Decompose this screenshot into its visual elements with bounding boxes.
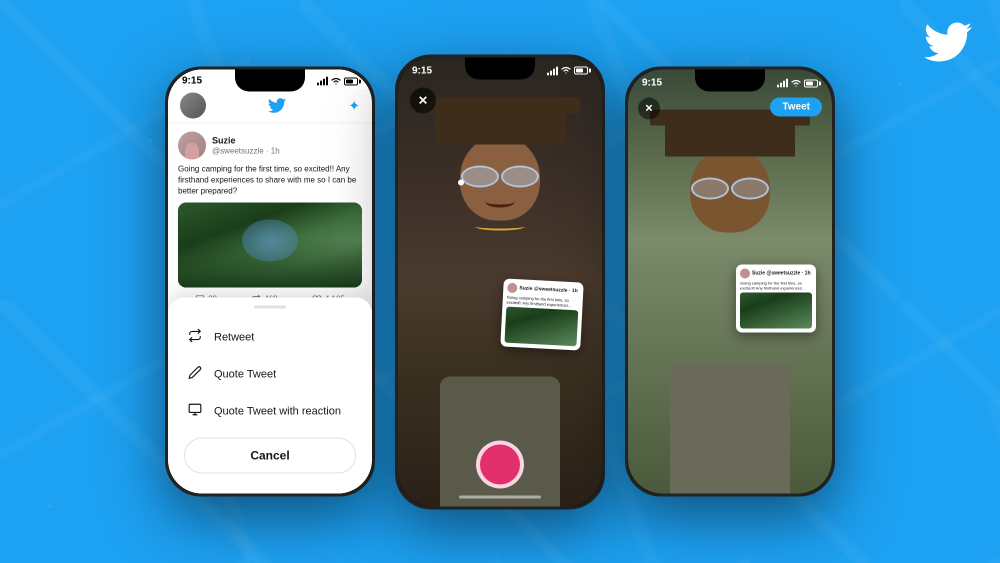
phone-3-status-bar: 9:15 <box>628 70 832 91</box>
phone-2-screen: 9:15 ✕ <box>398 57 602 506</box>
battery-3-icon <box>804 79 818 87</box>
signal-bar-3-1 <box>777 85 779 88</box>
phone-2: 9:15 ✕ <box>395 54 605 509</box>
progress-bar-2 <box>459 495 541 498</box>
wifi-icon <box>331 77 341 85</box>
person-earbud-2 <box>458 179 464 185</box>
quote-tweet-menu-item[interactable]: Quote Tweet <box>168 356 372 393</box>
phone-3: 9:15 ✕ <box>625 67 835 497</box>
signal-bar-2-4 <box>556 66 558 75</box>
signal-bar-3 <box>323 79 325 86</box>
wifi-2-icon <box>561 67 571 75</box>
quote-tweet-menu-icon <box>188 366 202 383</box>
phone-1: 9:15 <box>165 67 375 497</box>
person-body-3 <box>670 364 790 494</box>
floating-tweet-img-3 <box>740 292 812 328</box>
retweet-menu-icon <box>188 329 202 346</box>
signal-bars-icon <box>317 77 328 86</box>
close-button-3[interactable]: ✕ <box>638 98 660 120</box>
signal-bar-2-2 <box>550 70 552 75</box>
phone-2-status-bar: 9:15 <box>398 57 602 78</box>
signal-bar-4 <box>326 77 328 86</box>
phone-1-screen: 9:15 <box>168 70 372 494</box>
tweet-text: Going camping for the first time, so exc… <box>178 164 362 198</box>
floating-tweet-avatar-3 <box>740 268 750 278</box>
phone-2-time: 9:15 <box>412 65 432 76</box>
quote-tweet-label: Quote Tweet <box>214 368 276 380</box>
retweet-menu-item[interactable]: Retweet <box>168 319 372 356</box>
user-avatar-header[interactable] <box>180 93 206 119</box>
person-necklace-2 <box>475 222 525 230</box>
phone-2-status-icons <box>547 66 588 75</box>
signal-bar-2-3 <box>553 68 555 75</box>
phone-1-status-icons <box>317 77 358 86</box>
phone-3-time: 9:15 <box>642 78 662 89</box>
signal-bars-3-icon <box>777 79 788 88</box>
floating-tweet-header-3: Suzie @sweetsuzzle · 1h <box>740 268 812 278</box>
twitter-bird-header-icon <box>268 97 286 115</box>
tweet-post-button[interactable]: Tweet <box>770 98 822 117</box>
phone-1-twitter-header: ✦ <box>168 89 372 124</box>
floating-tweet-name-2: Suzie @sweetsuzzle · 1h <box>519 285 578 294</box>
cancel-button[interactable]: Cancel <box>184 438 356 474</box>
floating-tweet-3: Suzie @sweetsuzzle · 1h Going camping fo… <box>736 264 816 332</box>
bottom-sheet-handle <box>254 306 286 309</box>
phone-1-notch <box>235 70 305 92</box>
quote-tweet-reaction-label: Quote Tweet with reaction <box>214 405 341 417</box>
signal-bar-3-3 <box>783 81 785 88</box>
tweet-author-name: Suzie <box>212 135 280 146</box>
tweet-author-handle: @sweetsuzzle · 1h <box>212 146 280 156</box>
floating-tweet-text-3: Going camping for the first time, so exc… <box>740 280 812 290</box>
person-smile-2 <box>485 195 515 207</box>
twitter-header-logo-container <box>206 97 348 115</box>
floating-tweet-avatar-2 <box>507 283 518 294</box>
signal-bars-2-icon <box>547 66 558 75</box>
bottom-sheet: Retweet Quote Tweet <box>168 298 372 494</box>
signal-bar-2 <box>320 81 322 86</box>
person-glasses-3 <box>689 176 771 198</box>
quote-tweet-reaction-menu-item[interactable]: Quote Tweet with reaction <box>168 393 372 430</box>
close-icon-2: ✕ <box>418 93 428 107</box>
signal-bar-2-1 <box>547 72 549 75</box>
tweet-image <box>178 202 362 287</box>
phone-1-time: 9:15 <box>182 76 202 87</box>
signal-bar-3-4 <box>786 79 788 88</box>
tweet-author-row: Suzie @sweetsuzzle · 1h <box>178 132 362 160</box>
battery-3-fill <box>806 81 813 85</box>
floating-tweet-img-2 <box>504 307 578 347</box>
person-glasses-2 <box>459 163 541 185</box>
floating-tweet-2: Suzie @sweetsuzzle · 1h Going camping fo… <box>500 278 583 350</box>
phone-3-status-icons <box>777 79 818 88</box>
tweet-card: Suzie @sweetsuzzle · 1h Going camping fo… <box>168 124 372 321</box>
battery-2-fill <box>576 69 583 73</box>
close-button-2[interactable]: ✕ <box>410 87 436 113</box>
battery-2-icon <box>574 67 588 75</box>
quote-tweet-reaction-icon <box>188 403 202 420</box>
battery-icon <box>344 77 358 85</box>
floating-tweet-name-3: Suzie @sweetsuzzle · 1h <box>752 270 811 276</box>
retweet-label: Retweet <box>214 331 254 343</box>
signal-bar-1 <box>317 83 319 86</box>
tweet-author-avatar[interactable] <box>178 132 206 160</box>
phone-3-screen: 9:15 ✕ <box>628 70 832 494</box>
person-hat-2 <box>435 89 565 144</box>
battery-fill <box>346 79 353 83</box>
close-icon-3: ✕ <box>645 103 653 114</box>
twitter-logo <box>924 18 972 71</box>
sparkle-icon[interactable]: ✦ <box>348 97 360 114</box>
camera-capture-button[interactable] <box>476 440 524 488</box>
tweet-author-info: Suzie @sweetsuzzle · 1h <box>212 135 280 155</box>
signal-bar-3-2 <box>780 83 782 88</box>
phones-container: 9:15 <box>165 54 835 509</box>
wifi-3-icon <box>791 79 801 87</box>
